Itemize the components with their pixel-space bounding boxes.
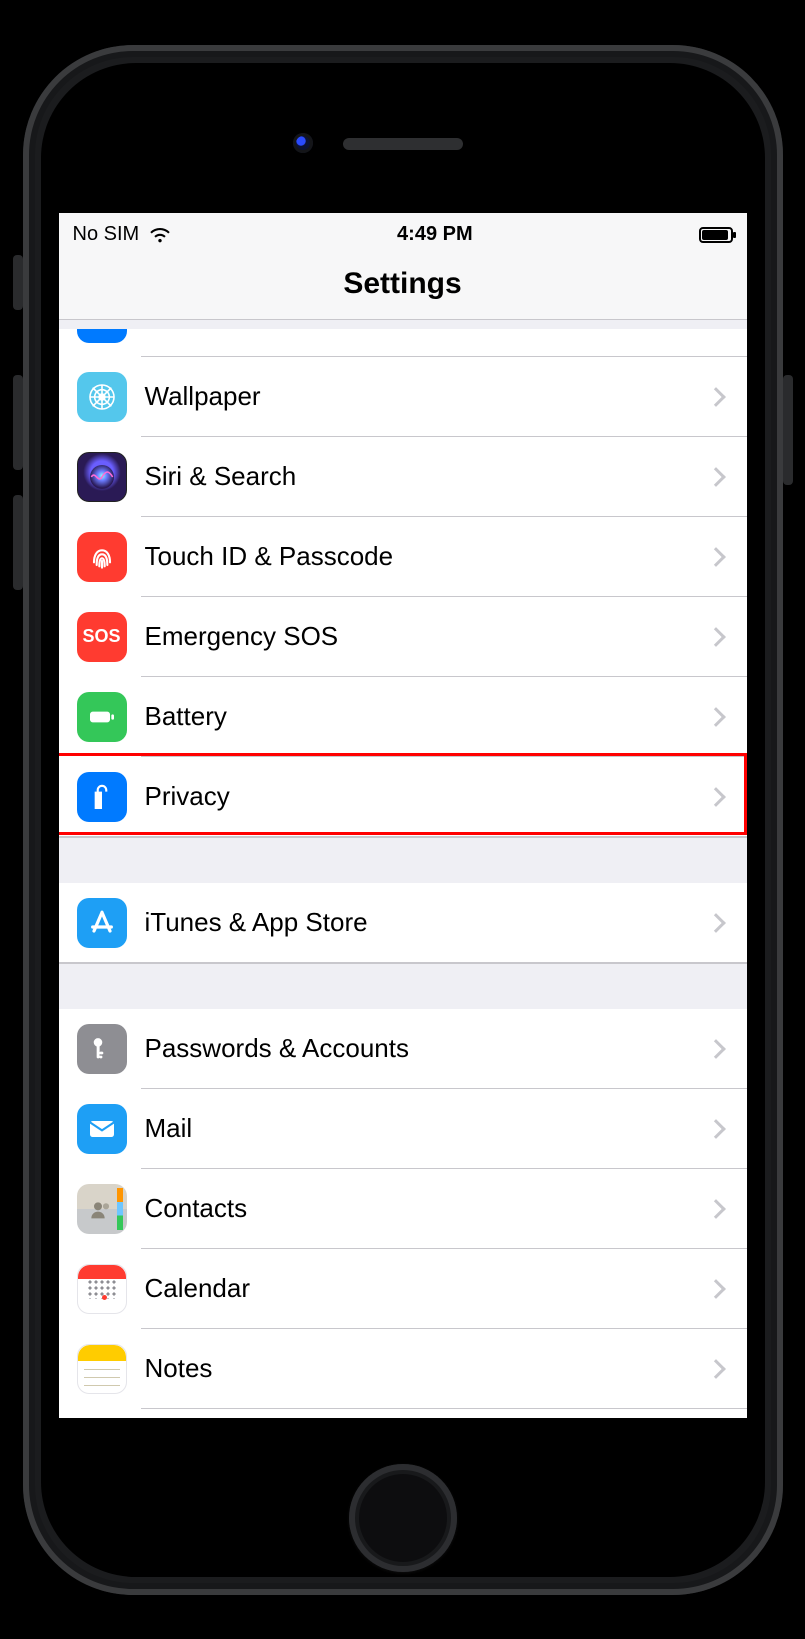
carrier-label: No SIM — [73, 223, 140, 246]
settings-row-label: Contacts — [127, 1193, 709, 1224]
phone-inner: No SIM 4:49 PM Settings AA Wallpaper Siri … — [41, 63, 765, 1577]
settings-row-label: Siri & Search — [127, 461, 709, 492]
chevron-right-icon — [706, 707, 726, 727]
appstore-icon — [77, 898, 127, 948]
settings-row-notes[interactable]: Notes — [59, 1329, 747, 1409]
chevron-right-icon — [706, 547, 726, 567]
chevron-right-icon — [706, 1119, 726, 1139]
touchid-icon — [77, 532, 127, 582]
settings-row-label: Emergency SOS — [127, 621, 709, 652]
bottom-bezel — [41, 1418, 765, 1577]
notes-icon — [77, 1344, 127, 1394]
settings-row-label: Battery — [127, 701, 709, 732]
settings-group: iTunes & App Store — [59, 883, 747, 963]
settings-row-label: Mail — [127, 1113, 709, 1144]
chevron-right-icon — [706, 787, 726, 807]
volume-up-button[interactable] — [13, 375, 23, 470]
chevron-right-icon — [706, 1359, 726, 1379]
battery-icon — [77, 692, 127, 742]
privacy-icon — [77, 772, 127, 822]
top-bezel — [41, 63, 765, 213]
chevron-right-icon — [706, 1039, 726, 1059]
power-button[interactable] — [783, 375, 793, 485]
settings-row-calendar[interactable]: Calendar — [59, 1249, 747, 1329]
settings-row-label: Passwords & Accounts — [127, 1033, 709, 1064]
settings-row-label: Wallpaper — [127, 381, 709, 412]
settings-row-label: Calendar — [127, 1273, 709, 1304]
settings-row-label: Touch ID & Passcode — [127, 541, 709, 572]
settings-row-siri[interactable]: Siri & Search — [59, 437, 747, 517]
sos-icon: SOS — [77, 612, 127, 662]
chevron-right-icon — [706, 627, 726, 647]
chevron-right-icon — [706, 1279, 726, 1299]
front-camera — [293, 133, 313, 153]
chevron-right-icon — [706, 1199, 726, 1219]
settings-row-contacts[interactable]: Contacts — [59, 1169, 747, 1249]
chevron-right-icon — [706, 913, 726, 933]
display-icon: AA — [77, 329, 127, 343]
mute-switch[interactable] — [13, 255, 23, 310]
settings-row-battery[interactable]: Battery — [59, 677, 747, 757]
earpiece-speaker — [343, 138, 463, 150]
settings-row-touchid[interactable]: Touch ID & Passcode — [59, 517, 747, 597]
settings-row-mail[interactable]: Mail — [59, 1089, 747, 1169]
wifi-icon — [149, 224, 171, 246]
settings-row-label: iTunes & App Store — [127, 907, 709, 938]
contacts-icon — [77, 1184, 127, 1234]
screen: No SIM 4:49 PM Settings AA Wallpaper Siri … — [59, 213, 747, 1418]
wallpaper-icon — [77, 372, 127, 422]
status-bar: No SIM 4:49 PM — [59, 213, 747, 257]
calendar-icon — [77, 1264, 127, 1314]
chevron-right-icon — [706, 387, 726, 407]
settings-list[interactable]: AA Wallpaper Siri & Search Touch ID & Passc… — [59, 329, 747, 1418]
settings-row-sos[interactable]: SOSEmergency SOS — [59, 597, 747, 677]
settings-row-appstore[interactable]: iTunes & App Store — [59, 883, 747, 963]
mail-icon — [77, 1104, 127, 1154]
iphone-frame: No SIM 4:49 PM Settings AA Wallpaper Siri … — [23, 45, 783, 1595]
settings-group: Passwords & Accounts Mail Contacts Calendar… — [59, 1009, 747, 1418]
settings-row-label: Privacy — [127, 781, 709, 812]
settings-row-reminders[interactable]: Reminders — [59, 1409, 747, 1418]
settings-row-privacy[interactable]: Privacy — [59, 757, 747, 837]
settings-row-wallpaper[interactable]: Wallpaper — [59, 357, 747, 437]
clock-label: 4:49 PM — [171, 223, 698, 246]
volume-down-button[interactable] — [13, 495, 23, 590]
home-button[interactable] — [349, 1464, 457, 1572]
settings-row-label: Notes — [127, 1353, 709, 1384]
keys-icon — [77, 1024, 127, 1074]
siri-icon — [77, 452, 127, 502]
settings-row-passwords[interactable]: Passwords & Accounts — [59, 1009, 747, 1089]
settings-group: AA Wallpaper Siri & Search Touch ID & Passc… — [59, 329, 747, 837]
settings-row-display[interactable]: AA — [59, 329, 747, 357]
battery-icon — [699, 227, 733, 243]
group-spacer — [59, 963, 747, 1009]
chevron-right-icon — [706, 467, 726, 487]
group-spacer — [59, 837, 747, 883]
page-title: Settings — [59, 257, 747, 320]
